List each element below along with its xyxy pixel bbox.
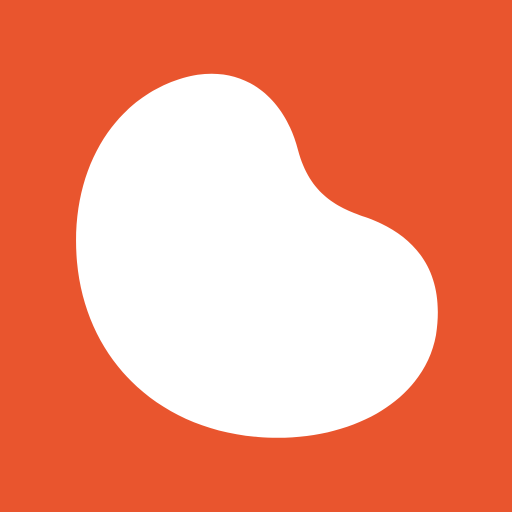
bean-logo-icon [0,0,512,512]
app-icon-tile [0,0,512,512]
